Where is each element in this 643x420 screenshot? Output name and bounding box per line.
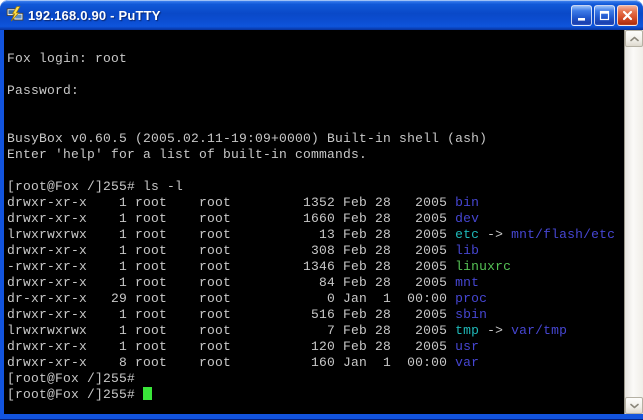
titlebar[interactable]: 192.168.0.90 - PuTTY — [0, 0, 643, 30]
terminal-screen[interactable]: Fox login: root Password: BusyBox v0.60.5 … — [4, 30, 624, 414]
terminal-line — [7, 67, 624, 83]
minimize-button[interactable] — [571, 5, 592, 26]
terminal-line: lrwxrwxrwx 1 root root 13 Feb 28 2005 et… — [7, 227, 624, 243]
scroll-up-button[interactable] — [625, 30, 643, 47]
terminal-line: Enter 'help' for a list of built-in comm… — [7, 147, 624, 163]
scrollbar-track[interactable] — [625, 47, 643, 397]
terminal-line: [root@Fox /]255# ls -l — [7, 179, 624, 195]
terminal-line: drwxr-xr-x 1 root root 516 Feb 28 2005 s… — [7, 307, 624, 323]
terminal-line: drwxr-xr-x 1 root root 84 Feb 28 2005 mn… — [7, 275, 624, 291]
terminal-line: drwxr-xr-x 1 root root 308 Feb 28 2005 l… — [7, 243, 624, 259]
close-icon — [621, 9, 634, 22]
terminal-line: -rwxr-xr-x 1 root root 1346 Feb 28 2005 … — [7, 259, 624, 275]
terminal-line: BusyBox v0.60.5 (2005.02.11-19:09+0000) … — [7, 131, 624, 147]
putty-window: 192.168.0.90 - PuTTY — [0, 0, 643, 420]
terminal-line: [root@Fox /]255# — [7, 371, 624, 387]
terminal-line: Fox login: root — [7, 51, 624, 67]
terminal-line — [7, 99, 624, 115]
terminal-line: dr-xr-xr-x 29 root root 0 Jan 1 00:00 pr… — [7, 291, 624, 307]
terminal-line — [7, 163, 624, 179]
maximize-icon — [598, 9, 611, 22]
terminal-line — [7, 115, 624, 131]
putty-app-icon[interactable] — [6, 6, 24, 24]
scrollbar[interactable] — [624, 30, 643, 414]
terminal-cursor — [143, 387, 152, 400]
window-body: Fox login: root Password: BusyBox v0.60.5 … — [0, 30, 643, 420]
terminal-line: drwxr-xr-x 1 root root 1352 Feb 28 2005 … — [7, 195, 624, 211]
scroll-down-button[interactable] — [625, 397, 643, 414]
minimize-icon — [575, 9, 588, 22]
terminal-line: drwxr-xr-x 1 root root 120 Feb 28 2005 u… — [7, 339, 624, 355]
terminal-line: lrwxrwxrwx 1 root root 7 Feb 28 2005 tmp… — [7, 323, 624, 339]
maximize-button[interactable] — [594, 5, 615, 26]
terminal-line: Password: — [7, 83, 624, 99]
window-title: 192.168.0.90 - PuTTY — [28, 8, 571, 23]
close-button[interactable] — [617, 5, 638, 26]
window-controls — [571, 5, 638, 26]
chevron-down-icon — [629, 402, 640, 410]
terminal-line — [7, 35, 624, 51]
chevron-up-icon — [629, 35, 640, 43]
terminal-line: drwxr-xr-x 8 root root 160 Jan 1 00:00 v… — [7, 355, 624, 371]
terminal-line: [root@Fox /]255# — [7, 387, 624, 403]
terminal-line: drwxr-xr-x 1 root root 1660 Feb 28 2005 … — [7, 211, 624, 227]
